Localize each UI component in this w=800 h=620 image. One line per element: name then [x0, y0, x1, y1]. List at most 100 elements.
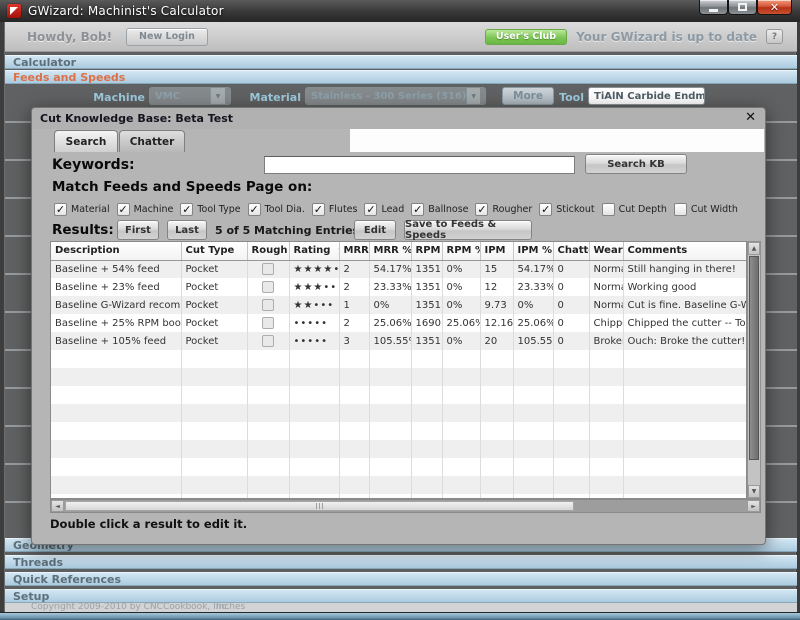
table-vertical-scrollbar[interactable]: ▲ ▼ [747, 241, 761, 499]
checkbox-icon: ✓ [411, 203, 424, 216]
empty-row [51, 440, 747, 458]
filter-tool-dia[interactable]: ✓Tool Dia. [248, 203, 305, 216]
empty-row [51, 350, 747, 368]
rough-checkbox[interactable] [262, 317, 274, 329]
close-window-button[interactable]: ✕ [757, 0, 792, 15]
help-button[interactable]: ? [766, 29, 783, 44]
window-controls: ✕ [699, 0, 792, 15]
dropdown-arrow-icon [466, 88, 480, 104]
rating-stars: ••••• [289, 332, 339, 350]
checkbox-icon: ✓ [364, 203, 377, 216]
maximize-icon [738, 3, 747, 11]
filter-rougher[interactable]: ✓Rougher [475, 203, 532, 216]
checkbox-icon: ✓ [117, 203, 130, 216]
col-rating[interactable]: Rating▼ [289, 242, 339, 260]
col-cut-type[interactable]: Cut Type [181, 242, 247, 260]
machine-select[interactable]: VMC [149, 87, 231, 105]
col-ipm-pct[interactable]: IPM % [513, 242, 553, 260]
col-ipm[interactable]: IPM [480, 242, 513, 260]
update-status-text: Your GWizard is up to date [576, 30, 757, 44]
tool-select[interactable]: TiAlN Carbide Endmill [588, 87, 705, 105]
more-button[interactable]: More [502, 87, 554, 105]
dialog-title: Cut Knowledge Base: Beta Test [40, 112, 233, 125]
accordion-quick-references[interactable]: Quick References [5, 572, 797, 586]
col-chatter[interactable]: Chatter [553, 242, 589, 260]
table-horizontal-scrollbar[interactable]: ◄ ► [50, 499, 761, 513]
filter-cut-depth[interactable]: Cut Depth [602, 203, 667, 216]
table-row[interactable]: Baseline G-Wizard recommendationPocket ★… [51, 296, 747, 314]
edit-button[interactable]: Edit [354, 220, 396, 240]
top-toolbar: Howdy, Bob! New Login User's Club Your G… [5, 22, 797, 52]
material-select[interactable]: Stainless - 300 Series (316) [305, 87, 486, 105]
machine-label: Machine [65, 91, 145, 104]
tab-search[interactable]: Search [54, 130, 118, 152]
tab-strip-filler [350, 129, 764, 152]
table-row[interactable]: Baseline + 25% RPM boostPocket ••••• 225… [51, 314, 747, 332]
table-row[interactable]: Baseline + 54% feedPocket ★★★★• 254.17% … [51, 260, 747, 278]
vertical-scroll-thumb[interactable] [749, 256, 759, 460]
filter-tool-type[interactable]: ✓Tool Type [180, 203, 240, 216]
empty-row [51, 458, 747, 476]
save-to-feeds-speeds-button[interactable]: Save to Feeds & Speeds [404, 220, 532, 240]
table-row[interactable]: Baseline + 23% feedPocket ★★★•• 223.33% … [51, 278, 747, 296]
col-rpm-pct[interactable]: RPM % [442, 242, 480, 260]
rating-stars: ★★★•• [289, 278, 339, 296]
col-rough[interactable]: Rough [247, 242, 289, 260]
first-button[interactable]: First [117, 220, 159, 240]
rough-checkbox[interactable] [262, 299, 274, 311]
filter-material[interactable]: ✓Material [54, 203, 110, 216]
rating-stars: ★★••• [289, 296, 339, 314]
col-mrr-pct[interactable]: MRR % [369, 242, 411, 260]
col-rpm[interactable]: RPM [411, 242, 442, 260]
keywords-input[interactable] [264, 156, 575, 174]
empty-row [51, 368, 747, 386]
accordion-threads[interactable]: Threads [5, 555, 797, 569]
match-heading: Match Feeds and Speeds Page on: [52, 179, 312, 195]
app-body: Howdy, Bob! New Login User's Club Your G… [4, 22, 796, 612]
filter-stickout[interactable]: ✓Stickout [539, 203, 594, 216]
scroll-up-button[interactable]: ▲ [748, 242, 760, 255]
empty-row [51, 476, 747, 494]
empty-row [51, 386, 747, 404]
users-club-button[interactable]: User's Club [485, 29, 567, 45]
scroll-down-button[interactable]: ▼ [748, 485, 760, 498]
window-titlebar: GWizard: Machinist's Calculator ✕ [0, 0, 800, 22]
tool-label: Tool [554, 91, 584, 104]
table-row[interactable]: Baseline + 105% feedPocket ••••• 3105.55… [51, 332, 747, 350]
accordion-setup[interactable]: Setup [5, 589, 797, 603]
rough-checkbox[interactable] [262, 281, 274, 293]
maximize-button[interactable] [728, 0, 757, 15]
new-login-button[interactable]: New Login [126, 28, 208, 46]
matching-entries-label: Matching Entries [254, 224, 359, 237]
minimize-button[interactable] [699, 0, 728, 15]
accordion-calculator[interactable]: Calculator [5, 55, 797, 69]
filter-cut-width[interactable]: Cut Width [674, 203, 738, 216]
col-mrr[interactable]: MRR [339, 242, 369, 260]
results-count: 5 of 5 [215, 224, 250, 237]
col-wear[interactable]: Wear [589, 242, 623, 260]
last-button[interactable]: Last [167, 220, 207, 240]
filter-flutes[interactable]: ✓Flutes [312, 203, 358, 216]
status-bar: Copyright 2009-2010 by CNCCookbook, Inc.… [5, 603, 797, 612]
scroll-right-button[interactable]: ► [747, 500, 760, 512]
app-logo-icon [7, 4, 21, 18]
cut-knowledge-base-dialog: Cut Knowledge Base: Beta Test ✕ Search C… [31, 107, 766, 545]
units-indicator: Inches [216, 603, 245, 612]
filter-ballnose[interactable]: ✓Ballnose [411, 203, 468, 216]
col-comments[interactable]: Comments [623, 242, 747, 260]
accordion-feeds-and-speeds[interactable]: Feeds and Speeds [5, 70, 797, 84]
col-description[interactable]: Description [51, 242, 181, 260]
tab-chatter[interactable]: Chatter [119, 130, 185, 152]
filter-lead[interactable]: ✓Lead [364, 203, 404, 216]
rating-stars: ★★★★• [289, 260, 339, 278]
empty-row [51, 422, 747, 440]
rough-checkbox[interactable] [262, 335, 274, 347]
horizontal-scroll-thumb[interactable] [65, 501, 574, 511]
rough-checkbox[interactable] [262, 263, 274, 275]
checkbox-icon: ✓ [475, 203, 488, 216]
scroll-left-button[interactable]: ◄ [51, 500, 64, 512]
dialog-close-button[interactable]: ✕ [745, 110, 756, 126]
search-kb-button[interactable]: Search KB [585, 154, 687, 174]
filter-machine[interactable]: ✓Machine [117, 203, 174, 216]
window-bottom-edge [0, 612, 800, 620]
